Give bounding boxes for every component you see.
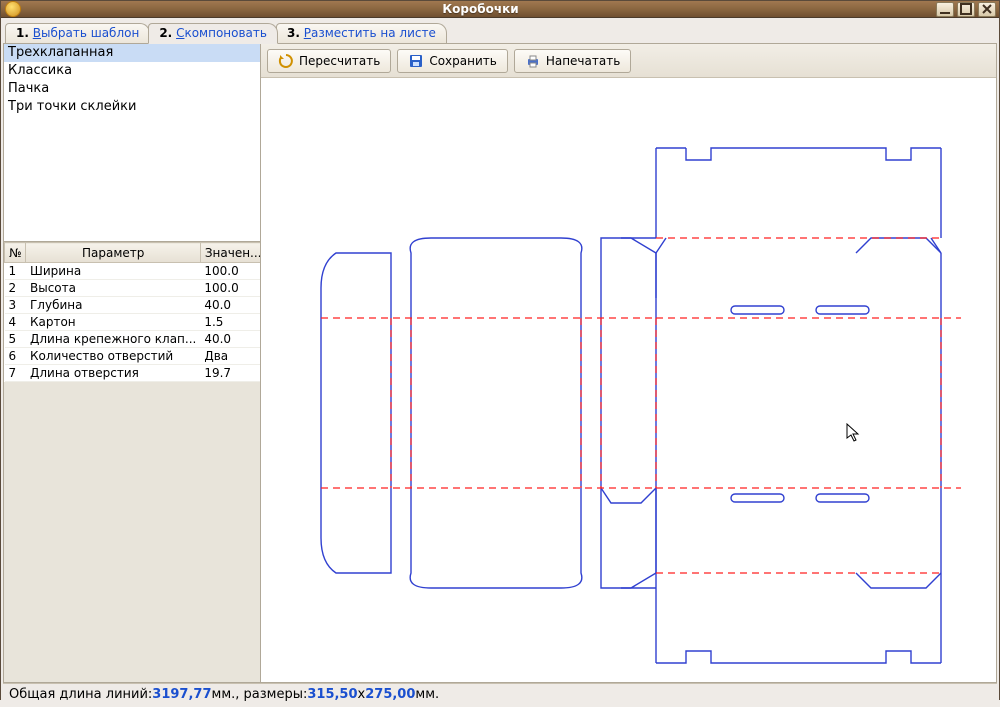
col-value[interactable]: Значен... — [200, 243, 260, 263]
cell-name: Количество отверстий — [26, 348, 200, 365]
cell-name: Длина отверстия — [26, 365, 200, 382]
cell-value[interactable]: 40.0 — [200, 297, 260, 314]
close-icon — [979, 1, 995, 17]
table-row[interactable]: 1Ширина100.0 — [5, 263, 261, 280]
app-window: Коробочки 1. Выбрать шаблон 2. Скомпонов… — [0, 0, 1000, 700]
cell-value[interactable]: 1.5 — [200, 314, 260, 331]
template-item[interactable]: Три точки склейки — [4, 98, 260, 116]
table-row[interactable]: 6Количество отверстийДва — [5, 348, 261, 365]
cell-num: 2 — [5, 280, 26, 297]
table-row[interactable]: 5Длина крепежного клап...40.0 — [5, 331, 261, 348]
statusbar: Общая длина линий: 3197,77 мм., размеры:… — [3, 683, 997, 705]
cell-value[interactable]: 100.0 — [200, 263, 260, 280]
table-row[interactable]: 4Картон1.5 — [5, 314, 261, 331]
col-num[interactable]: № — [5, 243, 26, 263]
cell-name: Длина крепежного клап... — [26, 331, 200, 348]
col-name[interactable]: Параметр — [26, 243, 200, 263]
save-label: Сохранить — [429, 54, 497, 68]
minimize-button[interactable] — [936, 2, 954, 17]
template-item[interactable]: Трехклапанная — [4, 44, 260, 62]
cell-name: Глубина — [26, 297, 200, 314]
recalc-label: Пересчитать — [299, 54, 380, 68]
tab-layout-sheet[interactable]: 3. Разместить на листе — [276, 23, 447, 43]
maximize-icon — [958, 1, 974, 17]
body-row: Трехклапанная Классика Пачка Три точки с… — [3, 44, 997, 683]
param-table: № Параметр Значен... 1Ширина100.02Высота… — [4, 242, 260, 682]
minimize-icon — [937, 1, 953, 17]
titlebar[interactable]: Коробочки — [1, 1, 999, 18]
recalc-button[interactable]: Пересчитать — [267, 49, 391, 73]
template-item[interactable]: Классика — [4, 62, 260, 80]
box-drawing — [261, 78, 996, 682]
cell-num: 6 — [5, 348, 26, 365]
table-row[interactable]: 7Длина отверстия19.7 — [5, 365, 261, 382]
drawing-canvas[interactable] — [261, 78, 996, 682]
template-item[interactable]: Пачка — [4, 80, 260, 98]
template-list[interactable]: Трехклапанная Классика Пачка Три точки с… — [4, 44, 260, 242]
cell-num: 1 — [5, 263, 26, 280]
tab-compose[interactable]: 2. Скомпоновать — [148, 23, 278, 44]
cell-value[interactable]: 40.0 — [200, 331, 260, 348]
print-icon — [525, 53, 541, 69]
app-icon — [5, 1, 21, 17]
toolbar: Пересчитать Сохранить — [261, 44, 996, 78]
cell-name: Картон — [26, 314, 200, 331]
recalc-icon — [278, 53, 294, 69]
cell-num: 3 — [5, 297, 26, 314]
cell-name: Высота — [26, 280, 200, 297]
cell-num: 5 — [5, 331, 26, 348]
save-icon — [408, 53, 424, 69]
cell-value[interactable]: Два — [200, 348, 260, 365]
left-pane: Трехклапанная Классика Пачка Три точки с… — [3, 44, 261, 683]
tabs-row: 1. Выбрать шаблон 2. Скомпоновать 3. Раз… — [3, 20, 997, 44]
cell-num: 7 — [5, 365, 26, 382]
tab-choose-template[interactable]: 1. Выбрать шаблон — [5, 23, 150, 43]
table-row[interactable]: 2Высота100.0 — [5, 280, 261, 297]
cell-value[interactable]: 19.7 — [200, 365, 260, 382]
maximize-button[interactable] — [957, 2, 975, 17]
print-button[interactable]: Напечатать — [514, 49, 631, 73]
content-area: 1. Выбрать шаблон 2. Скомпоновать 3. Раз… — [1, 18, 999, 707]
right-pane: Пересчитать Сохранить — [261, 44, 997, 683]
cell-value[interactable]: 100.0 — [200, 280, 260, 297]
cell-name: Ширина — [26, 263, 200, 280]
close-button[interactable] — [978, 2, 996, 17]
cell-num: 4 — [5, 314, 26, 331]
save-button[interactable]: Сохранить — [397, 49, 508, 73]
window-title: Коробочки — [25, 2, 936, 16]
print-label: Напечатать — [546, 54, 620, 68]
table-row[interactable]: 3Глубина40.0 — [5, 297, 261, 314]
